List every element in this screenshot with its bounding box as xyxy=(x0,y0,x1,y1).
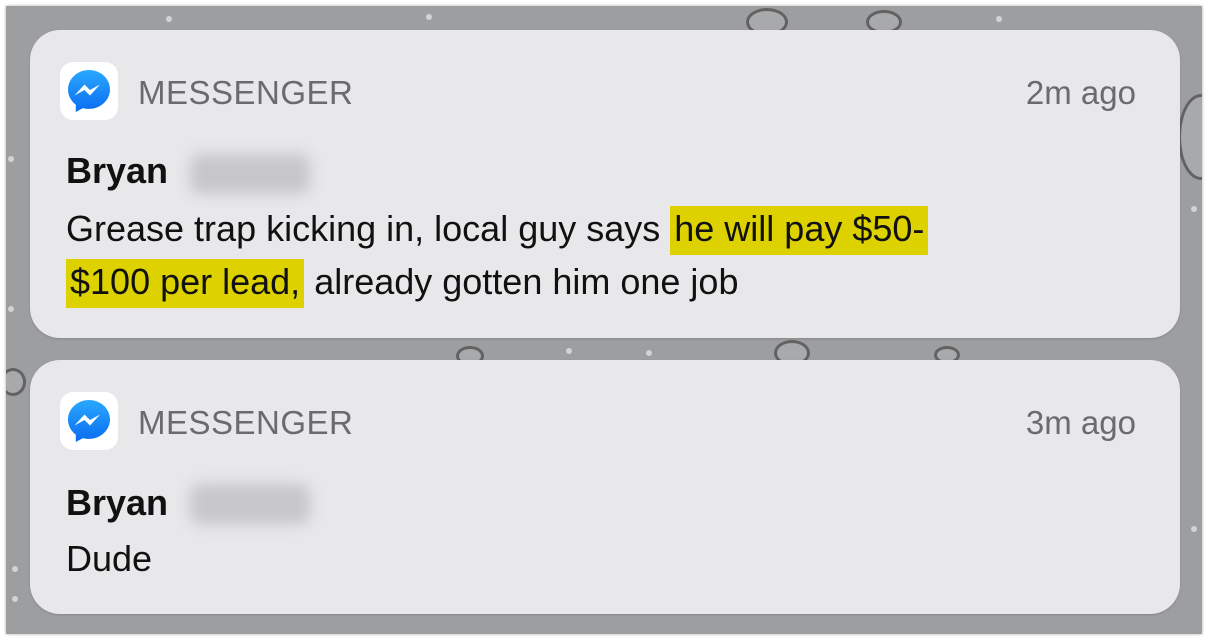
notification-time: 2m ago xyxy=(1025,74,1136,111)
notification-card[interactable]: MESSENGER 3m ago Bryan Dude xyxy=(30,360,1180,614)
raindrop xyxy=(12,596,18,602)
raindrop xyxy=(6,368,26,396)
raindrop xyxy=(996,16,1002,22)
message-body: Grease trap kicking in, local guy says h… xyxy=(66,202,1156,308)
app-name: MESSENGER xyxy=(138,404,354,441)
highlighted-text: he will pay $50- xyxy=(670,206,929,255)
sender-name: Bryan xyxy=(66,482,169,523)
redacted-surname xyxy=(190,484,310,524)
messenger-icon xyxy=(60,392,118,450)
raindrop xyxy=(8,306,14,312)
raindrop xyxy=(12,566,18,572)
raindrop xyxy=(8,156,14,162)
app-name: MESSENGER xyxy=(138,74,354,111)
raindrop xyxy=(646,350,652,356)
lock-screen: MESSENGER 2m ago Bryan Grease trap kicki… xyxy=(6,6,1202,634)
message-text: already gotten him one job xyxy=(304,261,739,302)
message-body: Dude xyxy=(66,538,153,579)
raindrop xyxy=(426,14,432,20)
raindrop xyxy=(166,16,172,22)
highlighted-text: $100 per lead, xyxy=(66,259,305,308)
sender-name: Bryan xyxy=(66,150,169,191)
message-text: Grease trap kicking in, local guy says xyxy=(66,208,671,249)
notification-card[interactable]: MESSENGER 2m ago Bryan Grease trap kicki… xyxy=(30,30,1180,338)
messenger-icon xyxy=(60,62,118,120)
raindrop xyxy=(1191,526,1197,532)
raindrop xyxy=(1178,94,1202,180)
redacted-surname xyxy=(190,154,310,194)
raindrop xyxy=(566,348,572,354)
notification-time: 3m ago xyxy=(1025,404,1136,441)
raindrop xyxy=(1191,206,1197,212)
